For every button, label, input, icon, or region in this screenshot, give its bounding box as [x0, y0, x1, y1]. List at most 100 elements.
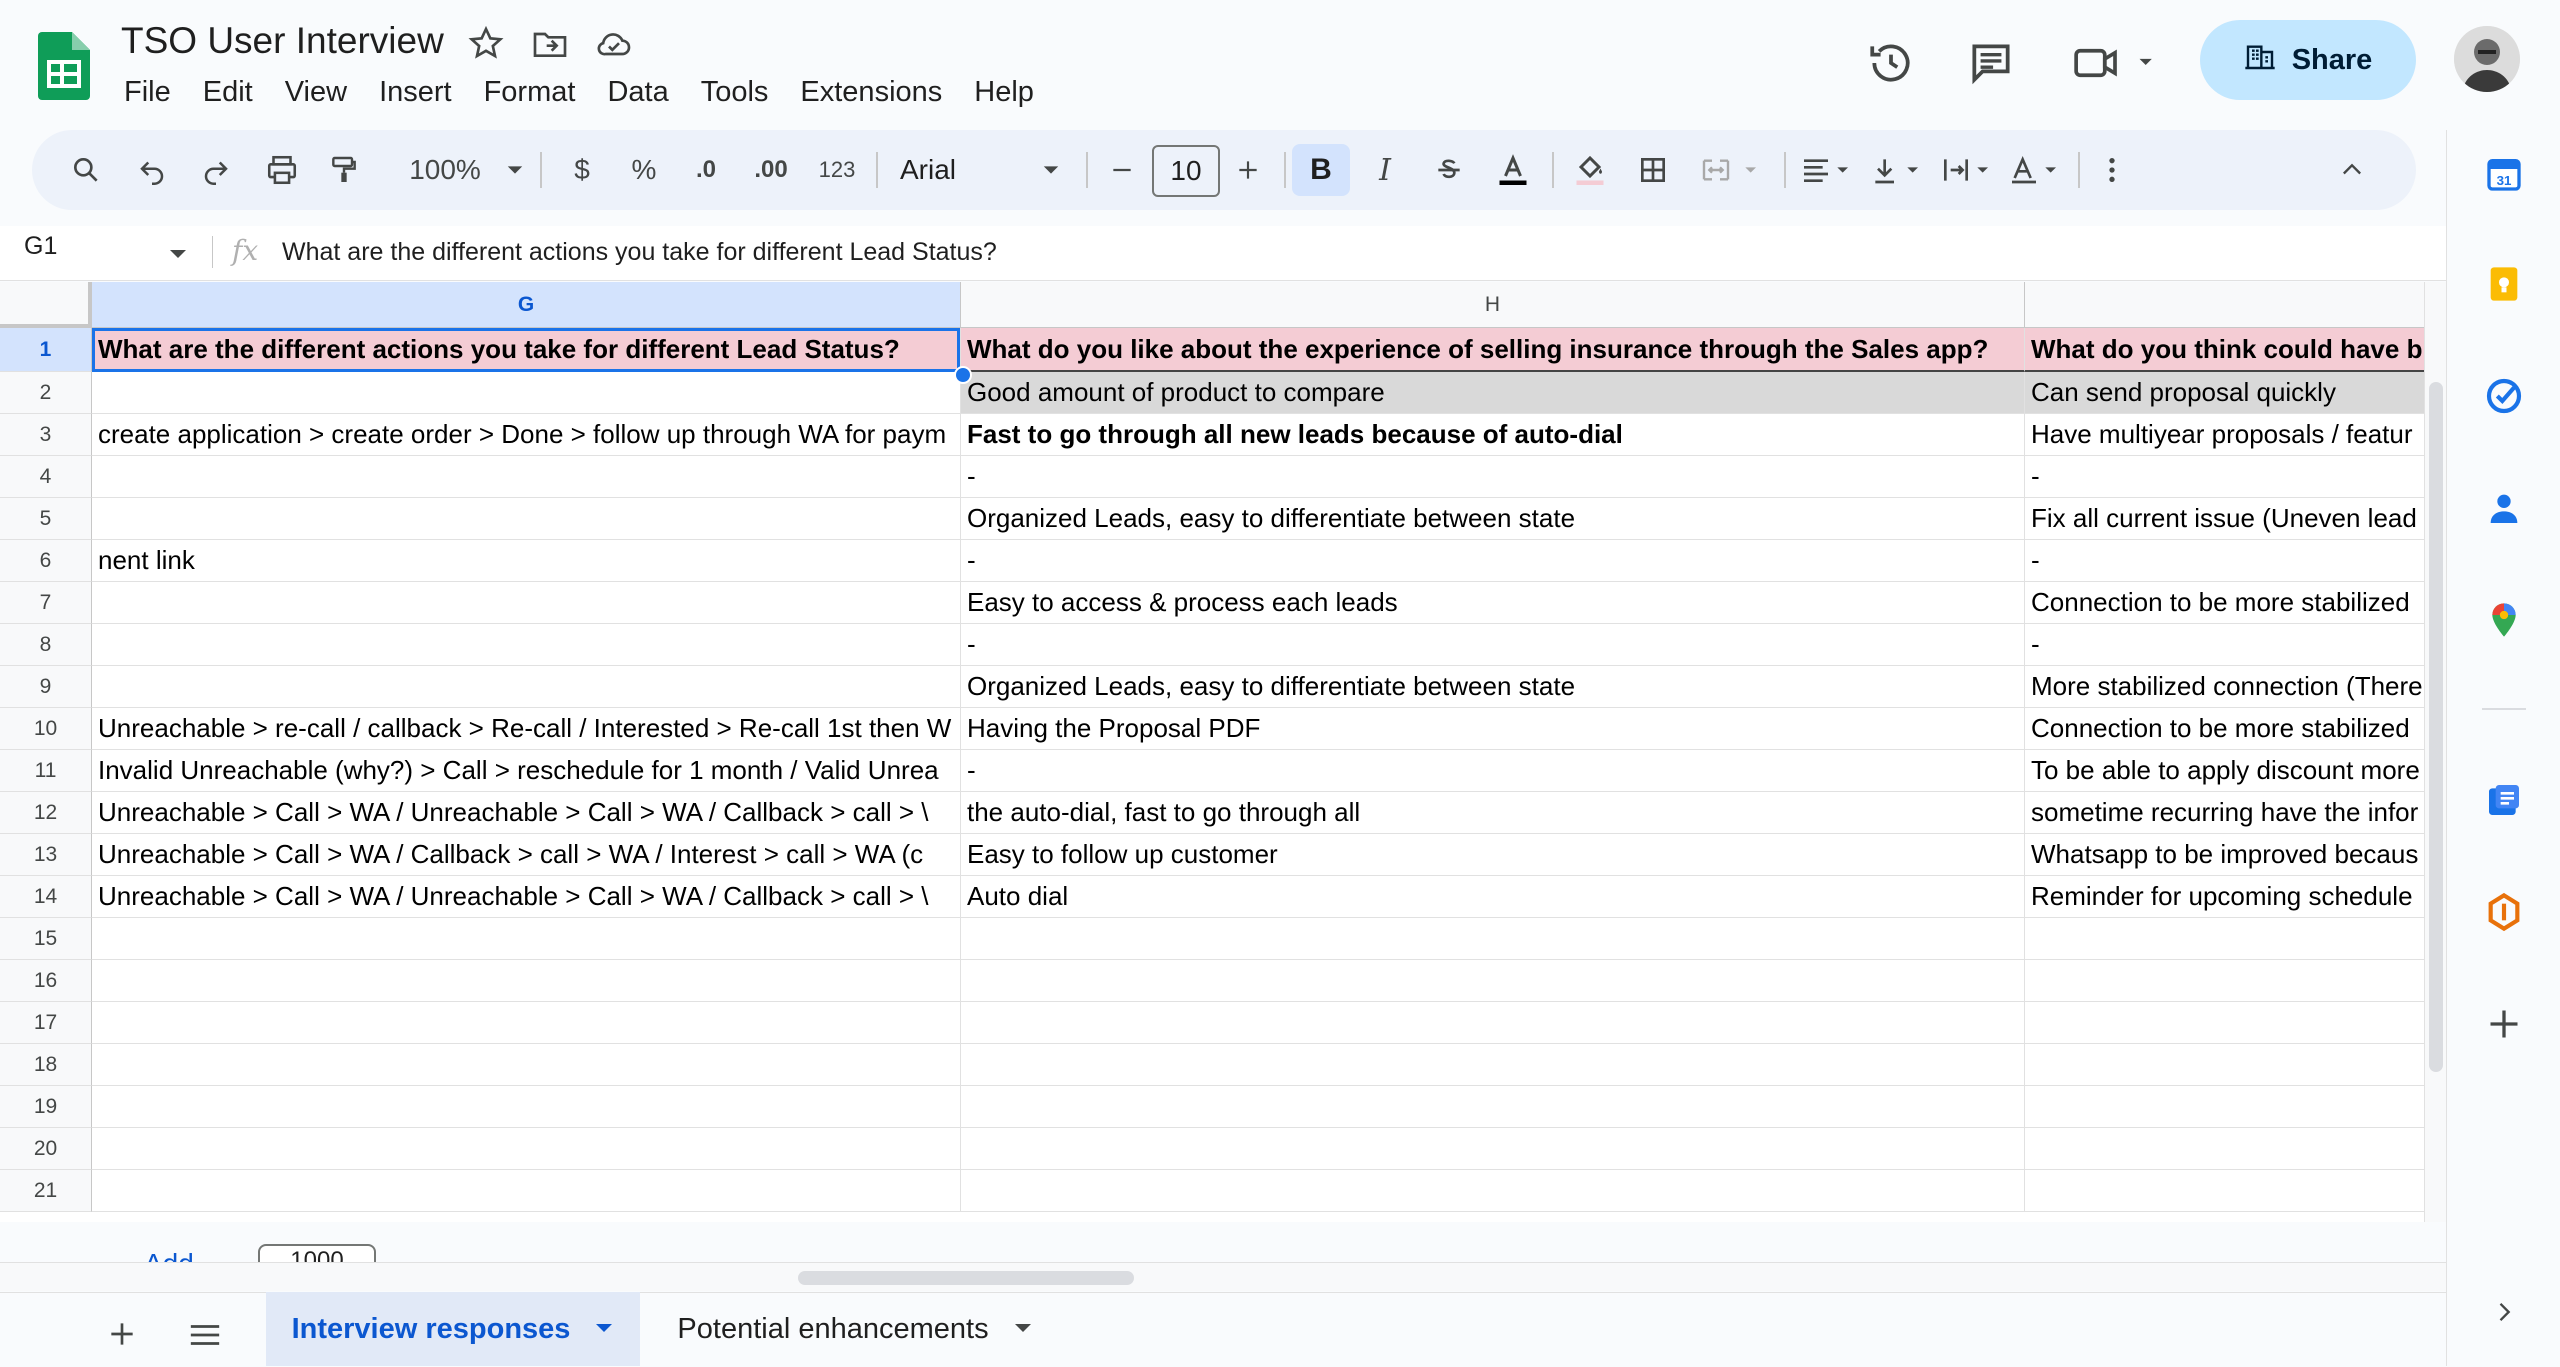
keep-icon[interactable] [2482, 262, 2526, 306]
menu-insert[interactable]: Insert [363, 70, 468, 114]
merge-cells-icon[interactable] [1692, 130, 1772, 210]
row-header[interactable]: 15 [0, 918, 92, 960]
vertical-align-icon[interactable] [1866, 130, 1930, 210]
currency-format-button[interactable]: $ [562, 130, 602, 210]
menu-data[interactable]: Data [591, 70, 684, 114]
cell-g12[interactable]: Unreachable > Call > WA / Unreachable > … [92, 792, 961, 834]
zoom-select[interactable]: 100% [390, 130, 500, 210]
paint-format-icon[interactable] [324, 130, 364, 210]
cell-h9[interactable]: Organized Leads, easy to differentiate b… [961, 666, 2025, 708]
row-header[interactable]: 1 [0, 328, 92, 372]
cell-h17[interactable] [961, 1002, 2025, 1044]
column-header-g[interactable]: G [92, 282, 961, 328]
cell-h3[interactable]: Fast to go through all new leads because… [961, 414, 2025, 456]
cell-h6[interactable]: - [961, 540, 2025, 582]
tasks-icon[interactable] [2482, 374, 2526, 418]
print-icon[interactable] [260, 130, 304, 210]
decrease-decimal-button[interactable]: .0 [684, 130, 728, 210]
sheets-logo-icon[interactable] [38, 32, 90, 100]
cell-g19[interactable] [92, 1086, 961, 1128]
forms-icon[interactable] [2482, 778, 2526, 822]
cell-i6[interactable]: - [2025, 540, 2424, 582]
vertical-scrollbar[interactable] [2424, 282, 2446, 1222]
font-dropdown-icon[interactable] [1036, 130, 1066, 210]
sheet-tab-potential-enhancements[interactable]: Potential enhancements [650, 1292, 1060, 1366]
row-header[interactable]: 6 [0, 540, 92, 582]
horizontal-scrollbar[interactable] [0, 1262, 2446, 1291]
row-header[interactable]: 19 [0, 1086, 92, 1128]
cell-g9[interactable] [92, 666, 961, 708]
name-box[interactable]: G1 [24, 232, 57, 261]
more-formats-button[interactable]: 123 [812, 130, 862, 210]
increase-decimal-button[interactable]: .00 [744, 130, 798, 210]
cell-i17[interactable] [2025, 1002, 2424, 1044]
cell-g4[interactable] [92, 456, 961, 498]
fill-handle[interactable] [954, 366, 972, 384]
italic-button[interactable]: I [1360, 130, 1410, 210]
row-header[interactable]: 8 [0, 624, 92, 666]
cell-i12[interactable]: sometime recurring have the infor [2025, 792, 2424, 834]
cell-i20[interactable] [2025, 1128, 2424, 1170]
increase-font-size-icon[interactable] [1228, 130, 1268, 210]
row-header[interactable]: 9 [0, 666, 92, 708]
cell-g11[interactable]: Invalid Unreachable (why?) > Call > resc… [92, 750, 961, 792]
menu-format[interactable]: Format [468, 70, 592, 114]
redo-icon[interactable] [196, 130, 236, 210]
cell-h7[interactable]: Easy to access & process each leads [961, 582, 2025, 624]
cell-h5[interactable]: Organized Leads, easy to differentiate b… [961, 498, 2025, 540]
cell-h8[interactable]: - [961, 624, 2025, 666]
tab-dropdown-icon[interactable] [594, 1313, 614, 1346]
cell-h16[interactable] [961, 960, 2025, 1002]
cell-i7[interactable]: Connection to be more stabilized [2025, 582, 2424, 624]
calendar-icon[interactable]: 31 [2482, 152, 2526, 196]
sheet-tab-interview-responses[interactable]: Interview responses [266, 1292, 640, 1366]
text-rotation-icon[interactable] [2004, 130, 2068, 210]
office-icon[interactable] [2482, 890, 2526, 934]
document-title[interactable]: TSO User Interview [121, 20, 444, 62]
cell-i10[interactable]: Connection to be more stabilized [2025, 708, 2424, 750]
more-options-icon[interactable] [2092, 130, 2132, 210]
cell-g20[interactable] [92, 1128, 961, 1170]
strikethrough-icon[interactable] [1424, 130, 1474, 210]
cell-i3[interactable]: Have multiyear proposals / featur [2025, 414, 2424, 456]
decrease-font-size-icon[interactable] [1102, 130, 1142, 210]
collapse-menus-icon[interactable] [2332, 130, 2372, 210]
cell-i16[interactable] [2025, 960, 2424, 1002]
horizontal-scroll-thumb[interactable] [798, 1271, 1134, 1285]
cell-h13[interactable]: Easy to follow up customer [961, 834, 2025, 876]
cell-i8[interactable]: - [2025, 624, 2424, 666]
cell-h18[interactable] [961, 1044, 2025, 1086]
vertical-scroll-thumb[interactable] [2429, 382, 2443, 1072]
version-history-icon[interactable] [1866, 38, 1916, 88]
cell-h10[interactable]: Having the Proposal PDF [961, 708, 2025, 750]
row-header[interactable]: 5 [0, 498, 92, 540]
contacts-icon[interactable] [2482, 486, 2526, 530]
text-color-icon[interactable] [1488, 130, 1538, 210]
cell-i18[interactable] [2025, 1044, 2424, 1086]
get-add-ons-icon[interactable] [2482, 1002, 2526, 1046]
row-header[interactable]: 4 [0, 456, 92, 498]
row-header[interactable]: 12 [0, 792, 92, 834]
row-header[interactable]: 17 [0, 1002, 92, 1044]
row-header[interactable]: 7 [0, 582, 92, 624]
name-box-dropdown-icon[interactable] [168, 244, 188, 269]
formula-input[interactable]: What are the different actions you take … [282, 238, 997, 267]
menu-extensions[interactable]: Extensions [784, 70, 958, 114]
comments-icon[interactable] [1966, 38, 2016, 88]
cell-g21[interactable] [92, 1170, 961, 1212]
cell-g5[interactable] [92, 498, 961, 540]
menu-edit[interactable]: Edit [187, 70, 269, 114]
cell-h1[interactable]: What do you like about the experience of… [961, 328, 2025, 372]
cell-i2[interactable]: Can send proposal quickly [2025, 372, 2424, 414]
cell-h11[interactable]: - [961, 750, 2025, 792]
row-header[interactable]: 20 [0, 1128, 92, 1170]
cell-h2[interactable]: Good amount of product to compare [961, 372, 2025, 414]
row-header[interactable]: 16 [0, 960, 92, 1002]
cell-g14[interactable]: Unreachable > Call > WA / Unreachable > … [92, 876, 961, 918]
cell-i13[interactable]: Whatsapp to be improved becaus [2025, 834, 2424, 876]
cell-g6[interactable]: nent link [92, 540, 961, 582]
row-header[interactable]: 18 [0, 1044, 92, 1086]
cell-g16[interactable] [92, 960, 961, 1002]
cloud-saved-icon[interactable] [594, 24, 634, 64]
cell-i4[interactable]: - [2025, 456, 2424, 498]
